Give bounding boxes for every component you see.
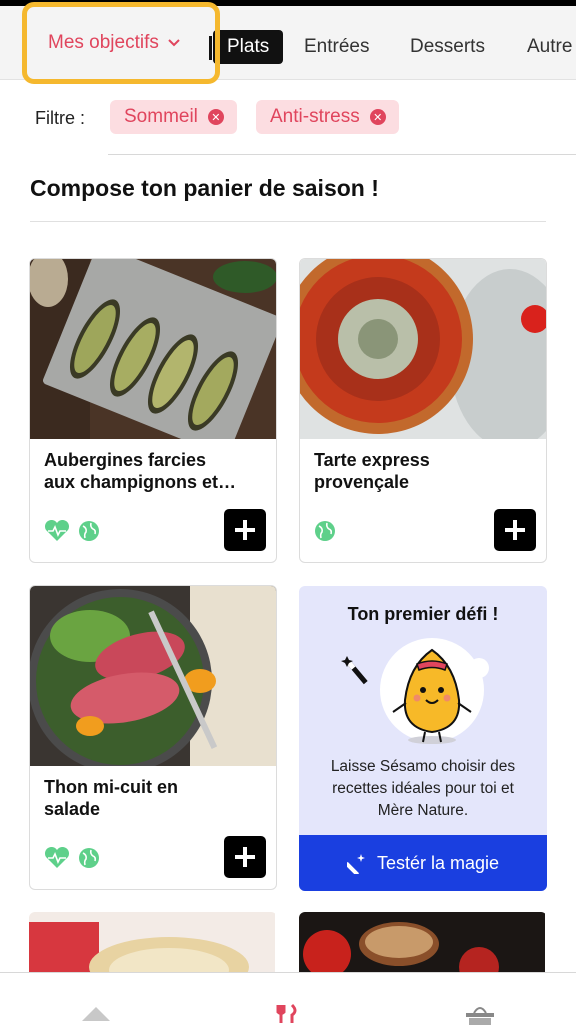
tab-label: Plats bbox=[227, 36, 270, 57]
tab-entrees[interactable]: Entrées bbox=[304, 30, 369, 64]
recipe-card[interactable]: Tarte express provençale bbox=[299, 258, 547, 563]
recipe-title-line: salade bbox=[44, 799, 101, 819]
recipe-title-line: aux champignons et… bbox=[44, 472, 237, 492]
filter-chip-sommeil[interactable]: Sommeil ✕ bbox=[110, 100, 237, 134]
tab-label: Entrées bbox=[304, 36, 370, 57]
recipe-title: Aubergines farcies aux champignons et… bbox=[44, 449, 266, 493]
globe-icon bbox=[78, 847, 100, 874]
add-button[interactable] bbox=[224, 509, 266, 551]
divider bbox=[108, 154, 576, 155]
section-title: Compose ton panier de saison ! bbox=[30, 175, 379, 201]
add-button[interactable] bbox=[224, 836, 266, 878]
recipe-card[interactable]: Aubergines farcies aux champignons et… bbox=[29, 258, 277, 563]
add-button[interactable] bbox=[494, 509, 536, 551]
heart-icon bbox=[44, 519, 70, 547]
plus-icon bbox=[235, 520, 255, 540]
basket-icon[interactable] bbox=[464, 1003, 496, 1030]
chip-label: Sommeil bbox=[124, 106, 198, 127]
divider bbox=[30, 221, 546, 222]
magic-wand-icon bbox=[346, 852, 369, 874]
recipe-title-line: Aubergines farcies bbox=[44, 450, 207, 470]
chevron-down-icon bbox=[168, 35, 180, 50]
tab-desserts[interactable]: Desserts bbox=[410, 30, 485, 64]
recipe-card[interactable]: Thon mi-cuit en salade bbox=[29, 585, 277, 890]
recipe-title: Thon mi-cuit en salade bbox=[44, 776, 266, 820]
recipe-title: Tarte express provençale bbox=[314, 449, 536, 493]
recipe-title-line: Tarte express bbox=[314, 450, 430, 470]
recipe-image bbox=[30, 586, 276, 766]
close-icon[interactable]: ✕ bbox=[207, 109, 224, 125]
promo-text-line: Mère Nature. bbox=[377, 802, 469, 819]
recipe-tags bbox=[44, 519, 100, 547]
recipe-image bbox=[300, 259, 546, 439]
tab-label: Desserts bbox=[410, 36, 485, 57]
mascot-illustration bbox=[339, 638, 509, 748]
home-icon[interactable] bbox=[80, 1003, 112, 1030]
plus-icon bbox=[235, 847, 255, 867]
globe-icon bbox=[314, 520, 336, 547]
recipe-tags bbox=[314, 520, 336, 547]
tab-plats[interactable]: Plats bbox=[213, 30, 284, 64]
recipes-icon[interactable] bbox=[276, 1003, 300, 1030]
close-icon[interactable]: ✕ bbox=[369, 109, 386, 125]
objectives-dropdown[interactable]: Mes objectifs bbox=[22, 2, 220, 84]
tab-label: Autre bbox=[527, 36, 573, 57]
recipe-title-line: provençale bbox=[314, 472, 410, 492]
heart-icon bbox=[44, 846, 70, 874]
tab-autre[interactable]: Autre bbox=[527, 30, 572, 64]
filter-chip-anti-stress[interactable]: Anti-stress ✕ bbox=[256, 100, 399, 134]
recipe-title-line: Thon mi-cuit en bbox=[44, 777, 178, 797]
promo-card: Ton premier défi ! Laisse Sésamo choisir… bbox=[299, 586, 547, 891]
chip-label: Anti-stress bbox=[270, 106, 360, 127]
promo-text-line: recettes idéales pour toi et bbox=[332, 780, 514, 797]
bottom-navigation bbox=[0, 972, 576, 1025]
button-label: Testér la magie bbox=[376, 852, 500, 873]
promo-title: Ton premier défi ! bbox=[347, 604, 499, 624]
globe-icon bbox=[78, 520, 100, 547]
recipe-image bbox=[30, 259, 276, 439]
objectives-label: Mes objectifs bbox=[48, 32, 159, 53]
plus-icon bbox=[505, 520, 525, 540]
promo-text-line: Laisse Sésamo choisir des bbox=[330, 758, 516, 775]
promo-text: Laisse Sésamo choisir des recettes idéal… bbox=[307, 756, 539, 822]
filter-label: Filtre : bbox=[35, 108, 86, 128]
filter-row: Filtre : Sommeil ✕ Anti-stress ✕ bbox=[0, 96, 576, 156]
test-magic-button[interactable]: Testér la magie bbox=[299, 835, 547, 891]
recipe-tags bbox=[44, 846, 100, 874]
